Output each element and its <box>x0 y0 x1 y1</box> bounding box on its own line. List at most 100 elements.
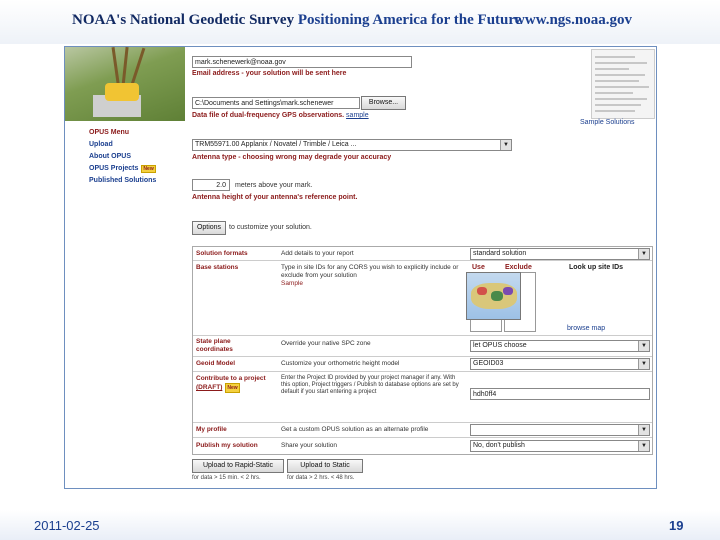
gps-receiver-photo <box>65 47 185 121</box>
thumb-line <box>595 92 633 94</box>
header-agency-name: National Geodetic Survey <box>129 12 295 28</box>
options-table: Solution formats Add details to your rep… <box>192 246 653 455</box>
menu-item-published[interactable]: Published Solutions <box>89 177 156 184</box>
thumb-line <box>595 80 639 82</box>
menu-item-about[interactable]: About OPUS <box>89 153 131 160</box>
browse-map-link[interactable]: browse map <box>567 325 605 332</box>
thumb-line <box>595 104 641 106</box>
antenna-hint-text: Antenna type - choosing wrong may degrad… <box>192 154 392 161</box>
browse-button[interactable]: Browse... <box>361 96 406 110</box>
chevron-down-icon: ▼ <box>638 441 649 451</box>
table-row: My profile Get a custom OPUS solution as… <box>193 422 652 437</box>
thumb-line <box>595 86 649 88</box>
file-sample-link[interactable]: sample <box>346 112 369 119</box>
row-description-text: Type in site IDs for any CORS you wish t… <box>281 264 459 279</box>
menu-item-upload[interactable]: Upload <box>89 141 113 148</box>
cors-map-thumbnail[interactable] <box>466 272 521 320</box>
map-region <box>503 287 513 295</box>
file-path-field[interactable]: C:\Documents and Settings\mark.schenewer <box>192 97 360 109</box>
publish-select[interactable]: No, don't publish ▼ <box>470 440 650 452</box>
file-hint: Data file of dual-frequency GPS observat… <box>192 112 369 119</box>
state-plane-value: let OPUS choose <box>473 342 527 349</box>
lookup-site-ids-label: Look up site IDs <box>569 264 624 271</box>
options-hint: to customize your solution. <box>229 224 312 231</box>
slide-header: NOAA's National Geodetic Survey Position… <box>0 0 720 44</box>
thumb-line <box>595 56 635 58</box>
thumb-line <box>595 110 635 112</box>
row-label: Base stations <box>196 264 239 271</box>
antenna-height-field[interactable]: 2.0 <box>192 179 230 191</box>
row-description: Get a custom OPUS solution as an alterna… <box>281 426 429 433</box>
antenna-select-value: TRM55971.00 Applanix / Novatel / Trimble… <box>195 141 357 148</box>
height-units-label: meters above your mark. <box>235 182 313 189</box>
row-label: State plane coordinates <box>196 338 233 353</box>
sample-solution-thumbnail[interactable] <box>591 49 655 119</box>
gps-receiver <box>105 83 139 101</box>
email-hint: Email address - your solution will be se… <box>192 70 346 77</box>
chevron-down-icon: ▼ <box>638 249 649 259</box>
row-description: Customize your orthometric height model <box>281 360 400 367</box>
row-label: Solution formats <box>196 250 248 257</box>
row-description: Add details to your report <box>281 250 354 257</box>
publish-value: No, don't publish <box>473 442 525 449</box>
table-row: Base stations Type in site IDs for any C… <box>193 260 652 335</box>
menu-item-projects-label: OPUS Projects <box>89 165 139 172</box>
slide-footer <box>0 510 720 540</box>
table-row: State plane coordinates Override your na… <box>193 335 652 356</box>
static-note: for data > 2 hrs. < 48 hrs. <box>287 475 355 481</box>
menu-item-projects[interactable]: OPUS Projects New <box>89 165 156 173</box>
file-hint-text: Data file of dual-frequency GPS observat… <box>192 112 345 119</box>
draft-link[interactable]: (DRAFT) <box>196 384 222 391</box>
geoid-model-select[interactable]: GEOID03 ▼ <box>470 358 650 370</box>
antenna-hint: Antenna type - choosing wrong may degrad… <box>192 154 391 161</box>
options-button[interactable]: Options <box>192 221 226 235</box>
map-region <box>477 287 487 295</box>
opus-upload-screenshot: Sample Solutions mark.schenewerk@noaa.go… <box>64 46 657 489</box>
row-description: Share your solution <box>281 442 338 449</box>
rapid-static-note: for data > 15 min. < 2 hrs. <box>192 475 261 481</box>
antenna-select[interactable]: TRM55971.00 Applanix / Novatel / Trimble… <box>192 139 512 151</box>
thumb-line <box>595 62 647 64</box>
thumb-line <box>595 74 645 76</box>
row-description: Override your native SPC zone <box>281 340 371 347</box>
table-row: Geoid Model Customize your orthometric h… <box>193 356 652 371</box>
table-row: Solution formats Add details to your rep… <box>193 247 652 260</box>
opus-menu-heading: OPUS Menu <box>89 129 130 136</box>
upload-rapid-static-button[interactable]: Upload to Rapid-Static <box>192 459 284 473</box>
solution-format-value: standard solution <box>473 250 527 257</box>
thumb-line <box>595 68 629 70</box>
height-hint: Antenna height of your antenna's referen… <box>192 194 357 201</box>
chevron-down-icon: ▼ <box>638 359 649 369</box>
email-hint-text: Email address - your solution will be se… <box>192 70 347 77</box>
height-hint-text: Antenna height of your antenna's referen… <box>192 194 358 201</box>
slide-date: 2011-02-25 <box>34 518 100 533</box>
chevron-down-icon: ▼ <box>638 425 649 435</box>
exclude-label: Exclude <box>505 264 532 271</box>
email-field[interactable]: mark.schenewerk@noaa.gov <box>192 56 412 68</box>
row-label: Contribute to a project (DRAFT) New <box>196 375 276 393</box>
header-url: www.ngs.noaa.gov <box>514 12 632 28</box>
header-tagline: Positioning America for the Future <box>297 12 522 28</box>
profile-select[interactable]: ▼ <box>470 424 650 436</box>
sample-solutions-link[interactable]: Sample Solutions <box>580 119 634 126</box>
upload-static-button[interactable]: Upload to Static <box>287 459 363 473</box>
state-plane-select[interactable]: let OPUS choose ▼ <box>470 340 650 352</box>
header-title: NOAA's National Geodetic Survey Position… <box>72 12 521 29</box>
row-label-text: Contribute to a project <box>196 375 266 382</box>
new-badge: New <box>225 383 240 393</box>
table-row: Publish my solution Share your solution … <box>193 437 652 454</box>
base-stations-sample-link[interactable]: Sample <box>281 280 303 287</box>
project-id-field[interactable]: hdh0ff4 <box>470 388 650 400</box>
new-badge: New <box>141 165 156 173</box>
chevron-down-icon: ▼ <box>638 341 649 351</box>
solution-format-select[interactable]: standard solution ▼ <box>470 248 650 260</box>
use-label: Use <box>472 264 485 271</box>
row-description: Enter the Project ID provided by your pr… <box>281 375 459 395</box>
chevron-down-icon: ▼ <box>500 140 511 150</box>
row-label: Geoid Model <box>196 360 235 367</box>
thumb-line <box>595 98 647 100</box>
header-org: NOAA's <box>72 12 127 28</box>
map-region <box>491 291 503 301</box>
row-description: Type in site IDs for any CORS you wish t… <box>281 264 461 288</box>
row-label: Publish my solution <box>196 442 258 449</box>
